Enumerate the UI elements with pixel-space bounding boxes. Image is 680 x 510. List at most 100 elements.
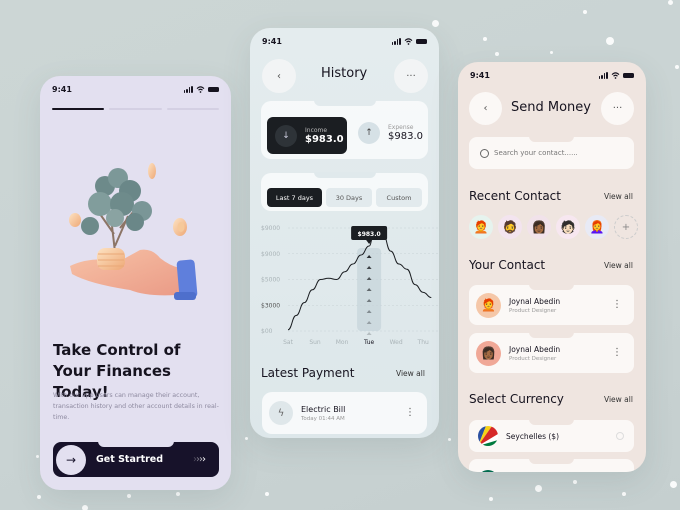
more-button[interactable]: ··· xyxy=(394,59,428,93)
more-vertical-icon[interactable]: ⋮ xyxy=(612,300,622,310)
payment-time: Today 01:44 AM xyxy=(301,415,345,422)
y-tick-label: $00 xyxy=(261,328,273,335)
x-tick-label: Wed xyxy=(390,339,403,346)
back-button[interactable]: ‹ xyxy=(262,59,296,93)
income-value: $983.0 xyxy=(305,133,344,145)
more-button[interactable]: ··· xyxy=(601,92,634,125)
currency-view-all[interactable]: View all xyxy=(604,395,633,404)
battery-icon xyxy=(623,72,634,78)
seychelles-flag-icon xyxy=(478,426,498,446)
recent-contact-view-all[interactable]: View all xyxy=(604,192,633,201)
contact-role: Product Designer xyxy=(509,307,557,314)
avatar[interactable]: 👩🏾 xyxy=(527,215,551,239)
coin-icon xyxy=(148,163,156,179)
battery-icon xyxy=(208,86,219,92)
tab-custom[interactable]: Custom xyxy=(376,188,422,207)
contact-item[interactable]: 🧑‍🦰 Joynal Abedin Product Designer ⋮ xyxy=(469,284,634,325)
income-label: Income xyxy=(305,126,328,134)
expense-value: $983.0 xyxy=(388,131,423,142)
chevrons-right-icon: ›››› xyxy=(193,454,206,465)
your-contact-view-all[interactable]: View all xyxy=(604,261,633,270)
expense-summary[interactable]: ↑ Expense $983.0 xyxy=(358,122,423,144)
progress-step xyxy=(52,108,105,110)
get-started-button[interactable]: → Get Startred ›››› xyxy=(53,441,219,477)
coin-icon xyxy=(69,213,81,227)
onboarding-screen: 9:41 Take Control of Your Finances Today… xyxy=(40,76,231,490)
tab-last-7-days[interactable]: Last 7 days xyxy=(267,188,322,207)
recent-contact-list: 🧑‍🦰 🧔 👩🏾 🧑🏻 👩‍🦰 + xyxy=(469,215,638,239)
status-time: 9:41 xyxy=(262,36,282,46)
history-screen: 9:41 ‹ History ··· ↓ Income $983.0 ↑ Exp… xyxy=(250,28,439,438)
signal-icon xyxy=(391,37,401,45)
select-currency-title: Select Currency xyxy=(469,392,564,406)
page-title: History xyxy=(321,66,368,81)
search-icon xyxy=(480,148,489,158)
recent-contact-title: Recent Contact xyxy=(469,189,561,203)
x-tick-label: Mon xyxy=(336,339,349,346)
avatar[interactable]: 👩‍🦰 xyxy=(585,215,609,239)
onboarding-description: With our app users can manage their acco… xyxy=(53,392,219,421)
more-horizontal-icon: ··· xyxy=(612,103,623,114)
avatar[interactable]: 🧑‍🦰 xyxy=(469,215,493,239)
avatar: 🧑‍🦰 xyxy=(476,292,501,318)
progress-step xyxy=(166,108,219,110)
x-tick-label: Sat xyxy=(283,339,293,346)
wifi-icon xyxy=(611,71,620,79)
back-button[interactable]: ‹ xyxy=(469,92,502,125)
arrow-right-icon: → xyxy=(56,444,86,475)
lightning-icon: ϟ xyxy=(269,401,293,425)
coin-icon xyxy=(173,218,187,236)
expense-label: Expense xyxy=(388,124,414,131)
highlight-marker xyxy=(366,332,372,335)
onboarding-progress xyxy=(52,108,219,110)
add-contact-button[interactable]: + xyxy=(614,215,638,239)
currency-radio[interactable] xyxy=(616,432,624,440)
status-bar: 9:41 xyxy=(470,69,634,81)
avatar[interactable]: 🧔 xyxy=(498,215,522,239)
chevron-left-icon: ‹ xyxy=(483,103,488,114)
x-tick-label: Sun xyxy=(309,339,321,346)
signal-icon xyxy=(598,71,608,79)
avatar: 👩🏾 xyxy=(476,340,501,366)
your-contact-title: Your Contact xyxy=(469,258,546,272)
get-started-label: Get Startred xyxy=(96,454,164,465)
latest-payment-view-all[interactable]: View all xyxy=(396,369,425,378)
chevron-left-icon: ‹ xyxy=(277,70,281,82)
more-horizontal-icon: ··· xyxy=(406,70,416,82)
contact-name: Joynal Abedin xyxy=(509,296,561,306)
send-money-screen: 9:41 ‹ Send Money ··· Recent Contact Vie… xyxy=(458,62,646,472)
more-vertical-icon[interactable]: ⋮ xyxy=(612,348,622,358)
y-tick-label: $5000 xyxy=(261,277,280,284)
y-tick-label: $3000 xyxy=(261,302,280,309)
x-tick-label: Tue xyxy=(363,339,375,346)
hand-holding-money-tree-icon xyxy=(69,163,198,300)
search-bar[interactable] xyxy=(469,136,634,169)
avatar[interactable]: 🧑🏻 xyxy=(556,215,580,239)
tooltip-label: $983.0 xyxy=(358,231,381,238)
battery-icon xyxy=(416,38,427,44)
page-title: Send Money xyxy=(511,100,591,115)
signal-icon xyxy=(183,85,193,93)
progress-step xyxy=(109,108,162,110)
arrow-down-icon: ↓ xyxy=(275,124,297,147)
currency-item[interactable] xyxy=(469,458,634,472)
tree-icon xyxy=(81,168,152,253)
y-tick-label: $9000 xyxy=(261,251,280,258)
contact-name: Joynal Abedin xyxy=(509,344,561,354)
payment-name: Electric Bill xyxy=(301,404,346,414)
status-time: 9:41 xyxy=(470,70,490,80)
search-input[interactable] xyxy=(494,149,624,157)
status-time: 9:41 xyxy=(52,84,72,94)
tab-30-days[interactable]: 30 Days xyxy=(326,188,372,207)
contact-role: Product Designer xyxy=(509,355,557,362)
payment-item[interactable]: ϟ Electric Bill Today 01:44 AM ⋮ xyxy=(262,392,427,434)
latest-payment-title: Latest Payment xyxy=(261,366,355,380)
contact-item[interactable]: 👩🏾 Joynal Abedin Product Designer ⋮ xyxy=(469,332,634,373)
status-bar: 9:41 xyxy=(262,35,427,47)
currency-name: Seychelles ($) xyxy=(506,431,560,441)
history-line-chart: $9000 $9000 $5000 $3000 $00 $983.0 Sat Sun Mon Tu… xyxy=(261,225,439,346)
more-vertical-icon[interactable]: ⋮ xyxy=(405,408,415,418)
currency-item[interactable]: Seychelles ($) xyxy=(469,419,634,452)
income-summary[interactable]: ↓ Income $983.0 xyxy=(267,117,347,154)
bangladesh-flag-icon xyxy=(478,470,498,472)
